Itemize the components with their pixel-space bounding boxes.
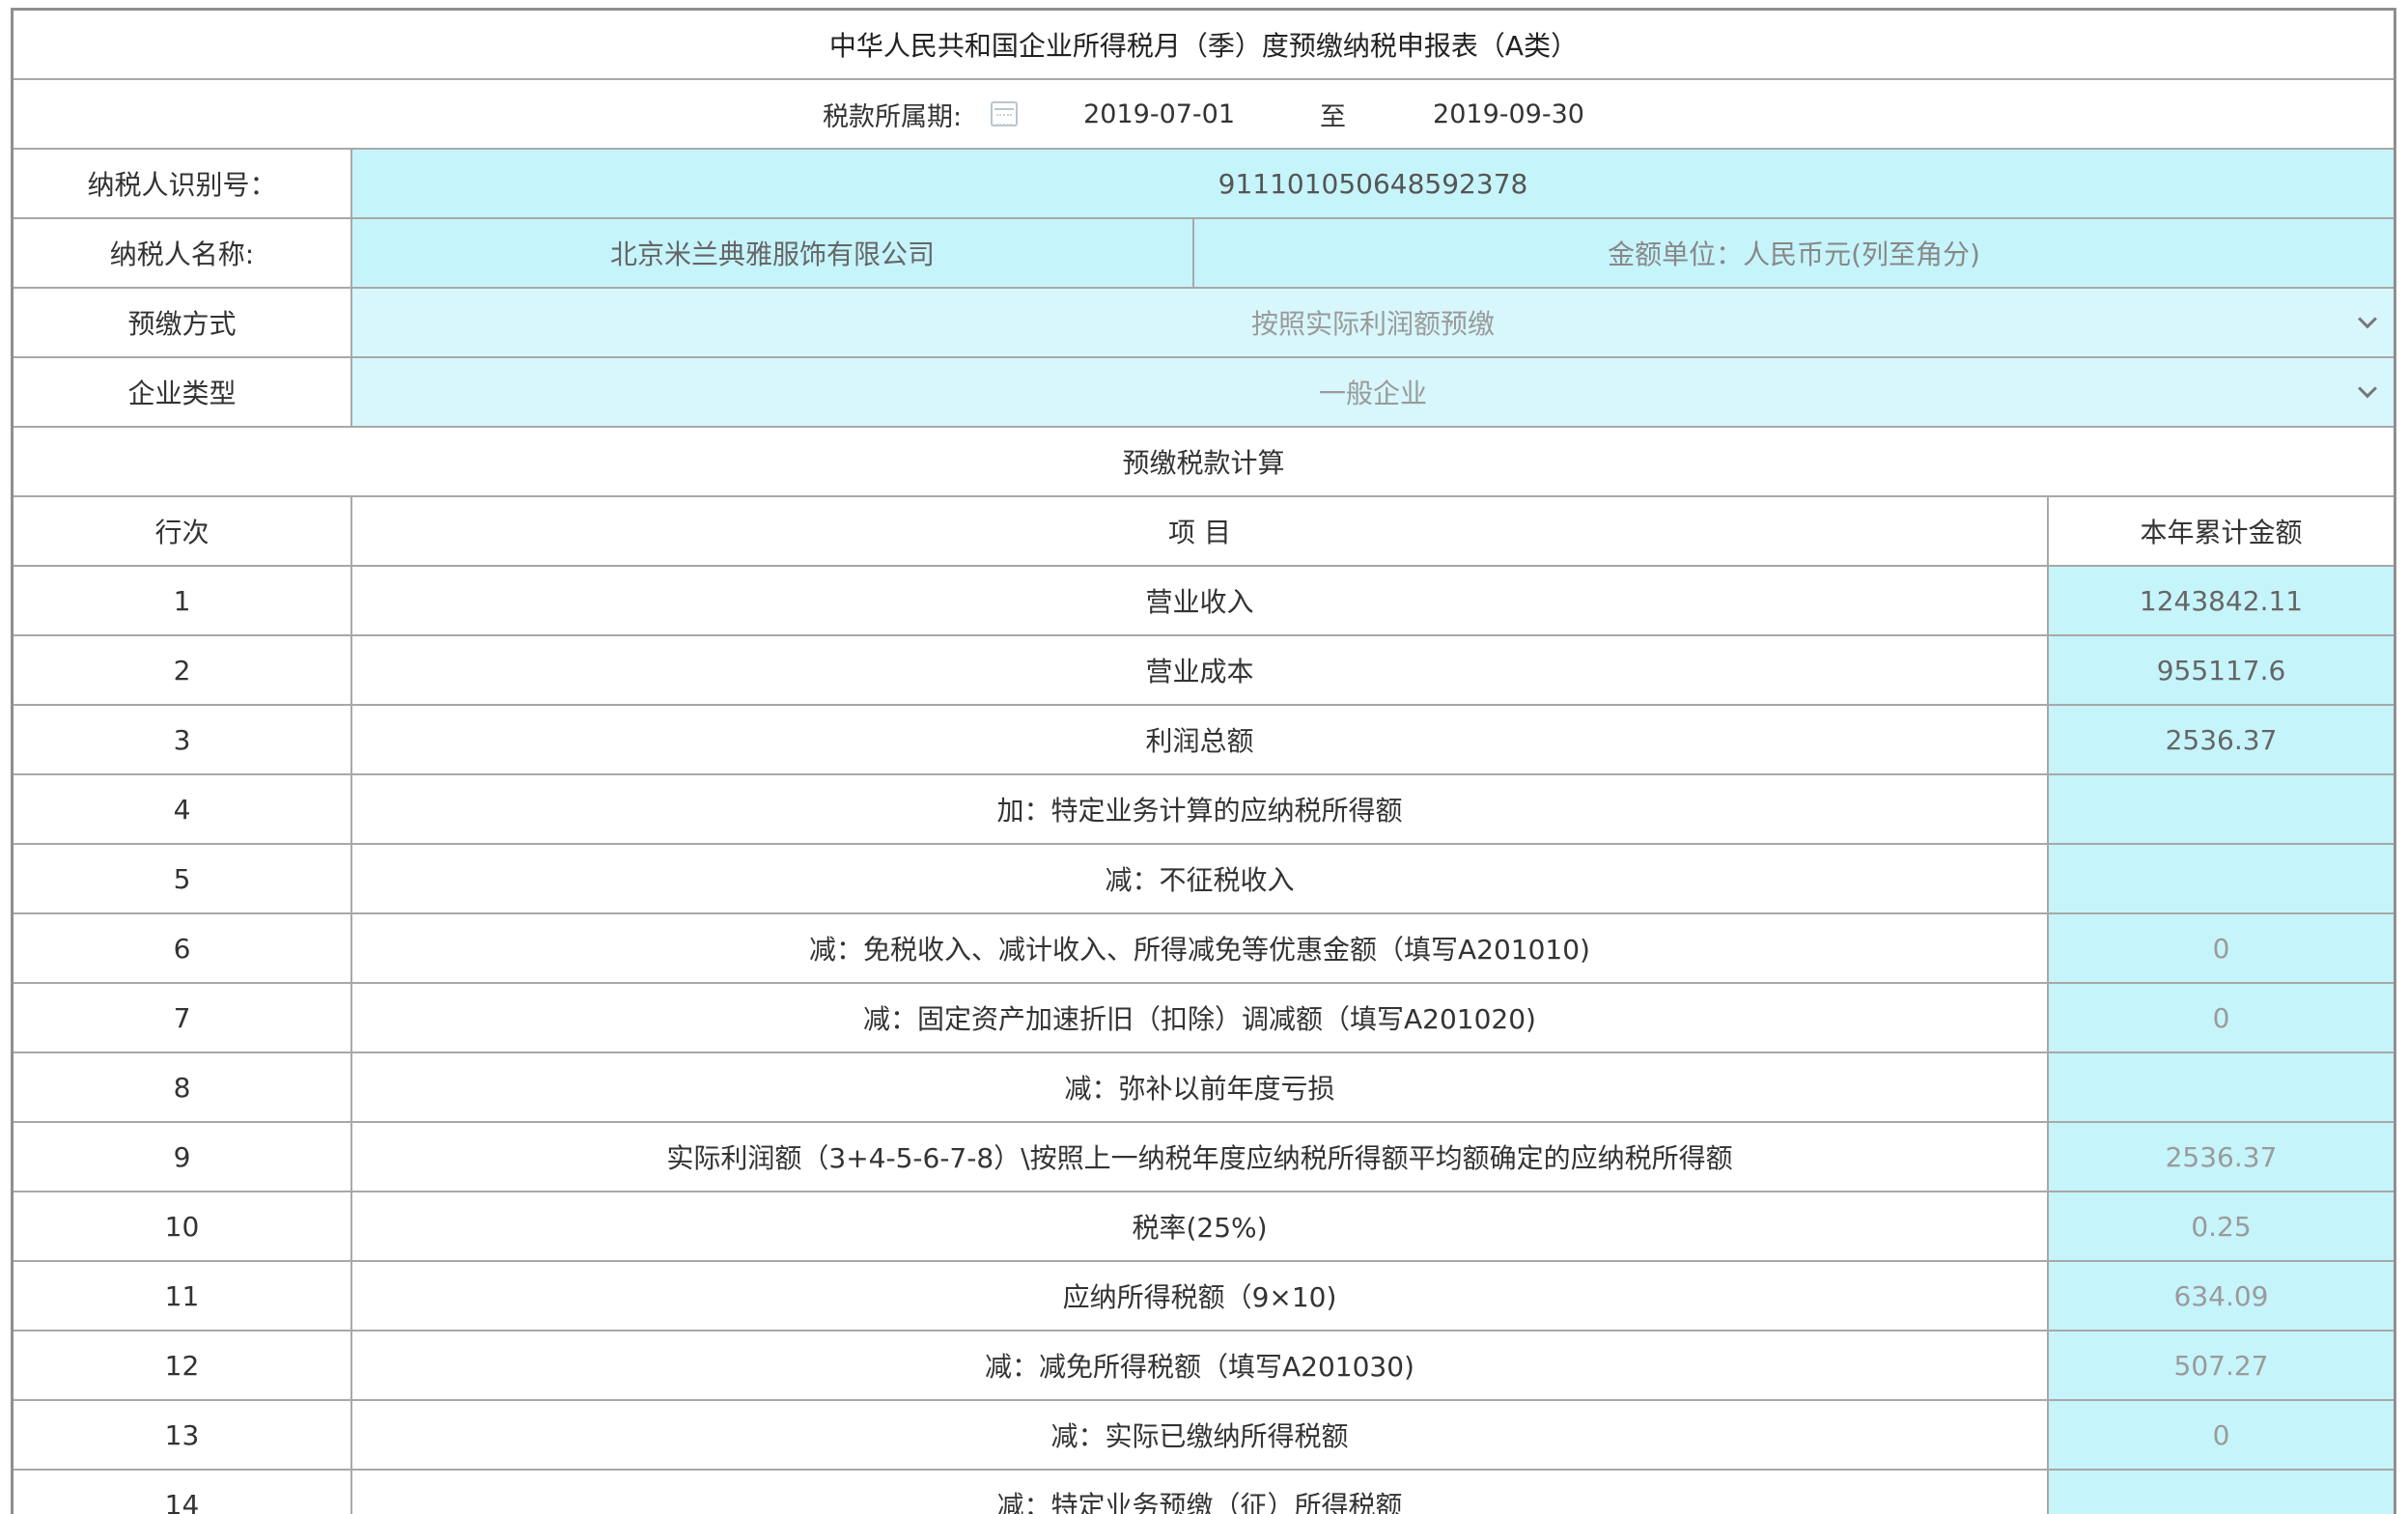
row-item: 减：实际已缴纳所得税额 <box>352 1401 2049 1469</box>
row-seq: 12 <box>14 1332 352 1399</box>
row-item: 营业收入 <box>352 567 2049 634</box>
prepay-method-label: 预缴方式 <box>14 289 352 356</box>
row-seq: 9 <box>14 1123 352 1191</box>
row-amount[interactable]: 2536.37 <box>2049 706 2394 773</box>
row-amount: 0.25 <box>2049 1192 2394 1260</box>
table-row: 4 加：特定业务计算的应纳税所得额 <box>14 775 2394 845</box>
row-item: 减：特定业务预缴（征）所得税额 <box>352 1471 2049 1514</box>
table-header-row: 行次 项 目 本年累计金额 <box>14 497 2394 567</box>
row-seq: 4 <box>14 775 352 843</box>
row-item: 减：减免所得税额（填写A201030) <box>352 1332 2049 1399</box>
row-amount: 0 <box>2049 1401 2394 1469</box>
chevron-down-icon[interactable] <box>2358 378 2377 399</box>
period-to-label: 至 <box>1320 101 1347 132</box>
table-row: 3 利润总额 2536.37 <box>14 706 2394 775</box>
chevron-down-icon[interactable] <box>2358 309 2377 329</box>
enterprise-type-value: 一般企业 <box>1318 378 1427 409</box>
row-item: 减：不征税收入 <box>352 845 2049 912</box>
header-item: 项 目 <box>352 497 2049 565</box>
row-item: 加：特定业务计算的应纳税所得额 <box>352 775 2049 843</box>
taxpayer-id-label: 纳税人识别号： <box>14 150 352 217</box>
form-title: 中华人民共和国企业所得税月（季）度预缴纳税申报表（A类） <box>828 30 1579 62</box>
taxpayer-name-field[interactable]: 北京米兰典雅服饰有限公司 <box>352 219 1194 287</box>
header-amount: 本年累计金额 <box>2140 517 2303 548</box>
row-amount: 2536.37 <box>2049 1123 2394 1191</box>
row-item: 利润总额 <box>352 706 2049 773</box>
tax-declaration-form: 中华人民共和国企业所得税月（季）度预缴纳税申报表（A类） 税款所属期: 2019… <box>11 8 2396 1514</box>
table-row: 5 减：不征税收入 <box>14 845 2394 914</box>
row-item: 应纳所得税额（9×10) <box>352 1262 2049 1330</box>
row-seq: 10 <box>14 1192 352 1260</box>
calendar-icon[interactable] <box>991 101 1019 126</box>
row-seq: 7 <box>14 984 352 1051</box>
tax-period-row: 税款所属期: 2019-07-01 至 2019-09-30 <box>14 80 2394 150</box>
row-seq: 2 <box>14 636 352 704</box>
taxpayer-id-row: 纳税人识别号： 911101050648592378 <box>14 150 2394 219</box>
table-row: 12 减：减免所得税额（填写A201030) 507.27 <box>14 1332 2394 1401</box>
row-amount[interactable] <box>2049 1053 2394 1121</box>
row-amount: 507.27 <box>2049 1332 2394 1399</box>
table-row: 14 减：特定业务预缴（征）所得税额 <box>14 1471 2394 1514</box>
row-amount: 0 <box>2049 914 2394 982</box>
row-item: 减：免税收入、减计收入、所得减免等优惠金额（填写A201010) <box>352 914 2049 982</box>
enterprise-type-label: 企业类型 <box>14 358 352 426</box>
row-amount[interactable] <box>2049 1471 2394 1514</box>
row-seq: 3 <box>14 706 352 773</box>
table-row: 9 实际利润额（3+4-5-6-7-8）\按照上一纳税年度应纳税所得额平均额确定… <box>14 1123 2394 1192</box>
row-seq: 5 <box>14 845 352 912</box>
row-seq: 13 <box>14 1401 352 1469</box>
row-seq: 8 <box>14 1053 352 1121</box>
table-row: 2 营业成本 955117.6 <box>14 636 2394 706</box>
enterprise-type-select[interactable]: 一般企业 <box>352 358 2394 426</box>
table-row: 10 税率(25%) 0.25 <box>14 1192 2394 1262</box>
taxpayer-id-field[interactable]: 911101050648592378 <box>352 150 2394 217</box>
row-seq: 6 <box>14 914 352 982</box>
table-row: 6 减：免税收入、减计收入、所得减免等优惠金额（填写A201010) 0 <box>14 914 2394 984</box>
row-amount[interactable]: 955117.6 <box>2049 636 2394 704</box>
row-amount[interactable] <box>2049 775 2394 843</box>
row-item: 减：弥补以前年度亏损 <box>352 1053 2049 1121</box>
row-item: 实际利润额（3+4-5-6-7-8）\按照上一纳税年度应纳税所得额平均额确定的应… <box>352 1123 2049 1191</box>
row-seq: 1 <box>14 567 352 634</box>
period-start-date[interactable]: 2019-07-01 <box>1083 99 1235 129</box>
prepay-method-row: 预缴方式 按照实际利润额预缴 <box>14 289 2394 358</box>
row-item: 减：固定资产加速折旧（扣除）调减额（填写A201020) <box>352 984 2049 1051</box>
period-end-date[interactable]: 2019-09-30 <box>1433 99 1584 129</box>
prepay-method-value: 按照实际利润额预缴 <box>1250 308 1495 340</box>
row-amount: 634.09 <box>2049 1262 2394 1330</box>
prepay-method-select[interactable]: 按照实际利润额预缴 <box>352 289 2394 356</box>
taxpayer-name-label: 纳税人名称: <box>14 219 352 287</box>
section-title-row: 预缴税款计算 <box>14 428 2394 497</box>
table-row: 11 应纳所得税额（9×10) 634.09 <box>14 1262 2394 1332</box>
row-amount: 0 <box>2049 984 2394 1051</box>
form-title-row: 中华人民共和国企业所得税月（季）度预缴纳税申报表（A类） <box>14 11 2394 80</box>
table-row: 1 营业收入 1243842.11 <box>14 567 2394 636</box>
section-title: 预缴税款计算 <box>1122 447 1285 479</box>
row-item: 税率(25%) <box>352 1192 2049 1260</box>
currency-unit-note: 金额单位：人民币元(列至角分) <box>1194 219 2394 287</box>
row-amount[interactable]: 1243842.11 <box>2049 567 2394 634</box>
tax-period-label: 税款所属期: <box>823 101 963 132</box>
header-seq: 行次 <box>14 497 352 565</box>
enterprise-type-row: 企业类型 一般企业 <box>14 358 2394 428</box>
row-seq: 14 <box>14 1471 352 1514</box>
tax-period: 税款所属期: 2019-07-01 至 2019-09-30 <box>823 96 1584 133</box>
row-seq: 11 <box>14 1262 352 1330</box>
table-row: 13 减：实际已缴纳所得税额 0 <box>14 1401 2394 1471</box>
table-row: 7 减：固定资产加速折旧（扣除）调减额（填写A201020) 0 <box>14 984 2394 1053</box>
taxpayer-name-row: 纳税人名称: 北京米兰典雅服饰有限公司 金额单位：人民币元(列至角分) <box>14 219 2394 289</box>
row-item: 营业成本 <box>352 636 2049 704</box>
row-amount[interactable] <box>2049 845 2394 912</box>
table-row: 8 减：弥补以前年度亏损 <box>14 1053 2394 1123</box>
